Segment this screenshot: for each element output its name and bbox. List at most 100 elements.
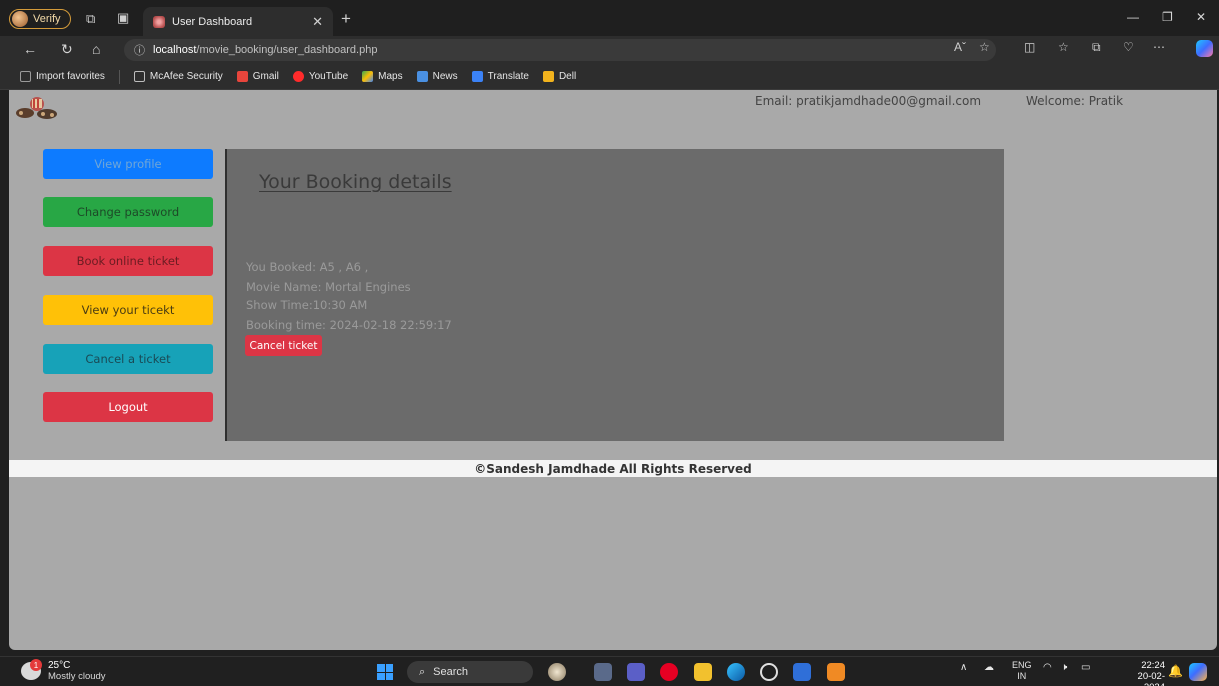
- workspaces-icon[interactable]: ⧉: [86, 11, 95, 27]
- show-time: Show Time:10:30 AM: [246, 298, 368, 312]
- teams-icon[interactable]: [627, 663, 645, 681]
- notification-bell-icon[interactable]: 🔔: [1168, 664, 1183, 678]
- volume-icon[interactable]: 🕨: [1061, 662, 1067, 673]
- region-code: IN: [1017, 671, 1027, 681]
- language-indicator[interactable]: ENG IN: [1012, 660, 1032, 682]
- booked-seats: You Booked: A5 , A6 ,: [246, 260, 369, 274]
- user-email: Email: pratikjamdhade00@gmail.com: [755, 94, 982, 108]
- bookmark-label: Dell: [558, 71, 577, 82]
- page-viewport: Email: pratikjamdhade00@gmail.com Welcom…: [9, 90, 1217, 650]
- weather-description[interactable]: Mostly cloudy: [48, 671, 106, 682]
- url-text: localhost/movie_booking/user_dashboard.p…: [153, 44, 377, 56]
- battery-icon[interactable]: ▭: [1081, 662, 1090, 673]
- profile-button[interactable]: Verify: [9, 9, 71, 29]
- wifi-icon[interactable]: ◠: [1043, 662, 1052, 673]
- bookmark-news[interactable]: News: [416, 71, 458, 82]
- start-icon[interactable]: [377, 664, 393, 680]
- bookmark-gmail[interactable]: Gmail: [236, 71, 279, 82]
- bookmark-dell[interactable]: Dell: [542, 71, 577, 82]
- minimize-icon[interactable]: —: [1127, 10, 1139, 24]
- bookmark-label: Gmail: [252, 71, 279, 82]
- bookmark-label: Translate: [487, 71, 529, 82]
- edge-icon[interactable]: [727, 663, 745, 681]
- collections-icon[interactable]: ⧉: [1092, 40, 1101, 55]
- xampp-icon[interactable]: [827, 663, 845, 681]
- bookmark-mcafee[interactable]: McAfee Security: [133, 71, 223, 82]
- favorites-icon[interactable]: ☆: [1058, 40, 1069, 54]
- clock[interactable]: 22:24 20-02-2024: [1123, 660, 1165, 686]
- cloud-tray-icon[interactable]: ☁: [984, 662, 994, 673]
- cancel-a-ticket-button[interactable]: Cancel a ticket: [43, 344, 213, 374]
- tab-favicon-icon: [153, 15, 165, 28]
- copilot-icon[interactable]: [1196, 40, 1213, 57]
- news-icon: [416, 71, 428, 82]
- dell-icon[interactable]: [760, 663, 778, 681]
- view-ticket-button[interactable]: View your ticekt: [43, 295, 213, 325]
- youtube-icon: [292, 71, 304, 82]
- weather-temperature[interactable]: 25°C: [48, 660, 70, 671]
- bookmark-label: YouTube: [308, 71, 349, 82]
- welcome-text: Welcome: Pratik: [1026, 94, 1124, 108]
- site-logo[interactable]: [13, 95, 61, 121]
- import-icon: [20, 71, 31, 82]
- bookmark-separator: [118, 69, 120, 84]
- maps-icon: [362, 71, 374, 82]
- tab-user-dashboard[interactable]: User Dashboard ✕: [143, 7, 333, 36]
- url-field[interactable]: ⓘ localhost/movie_booking/user_dashboard…: [124, 39, 996, 61]
- file-explorer-icon[interactable]: [694, 663, 712, 681]
- translate-icon: [471, 71, 483, 82]
- bookmark-youtube[interactable]: YouTube: [292, 71, 349, 82]
- booking-time: Booking time: 2024-02-18 22:59:17: [246, 318, 452, 332]
- read-aloud-icon[interactable]: Aˇ: [954, 40, 966, 54]
- back-icon[interactable]: ←: [23, 41, 37, 57]
- gmail-icon: [236, 71, 248, 82]
- browser-essentials-icon[interactable]: ♡: [1123, 40, 1134, 54]
- book-online-ticket-button[interactable]: Book online ticket: [43, 246, 213, 276]
- refresh-icon[interactable]: ↻: [61, 41, 73, 58]
- bookmark-label: Import favorites: [36, 71, 105, 82]
- browser-tab-bar: Verify ⧉ ▣ User Dashboard ✕ + — ❐ ✕: [0, 0, 1219, 36]
- show-hidden-icons-icon[interactable]: ∧: [960, 662, 967, 673]
- site-info-icon[interactable]: ⓘ: [134, 42, 145, 58]
- logout-button[interactable]: Logout: [43, 392, 213, 422]
- restore-icon[interactable]: ❐: [1162, 10, 1173, 24]
- language-code: ENG: [1012, 660, 1032, 670]
- bookmark-label: McAfee Security: [149, 71, 223, 82]
- clock-time: 22:24: [1141, 660, 1165, 671]
- bookmark-label: News: [432, 71, 458, 82]
- favorite-star-icon[interactable]: ☆: [979, 40, 990, 54]
- bookmark-import-favorites[interactable]: Import favorites: [20, 71, 105, 82]
- page-icon: [133, 71, 145, 82]
- close-window-icon[interactable]: ✕: [1196, 10, 1206, 24]
- folder-icon: [542, 71, 554, 82]
- split-screen-icon[interactable]: ◫: [1024, 40, 1035, 54]
- taskbar: 1 25°C Mostly cloudy ⌕ Search ∧ ☁ ENG IN…: [0, 656, 1219, 686]
- panel-heading: Your Booking details: [259, 171, 452, 193]
- home-icon[interactable]: ⌂: [92, 41, 100, 57]
- change-password-button[interactable]: Change password: [43, 197, 213, 227]
- tab-actions-icon[interactable]: ▣: [117, 10, 129, 26]
- profile-label: Verify: [33, 13, 61, 25]
- cancel-ticket-button[interactable]: Cancel ticket: [245, 335, 322, 356]
- widget-app-icon[interactable]: [548, 663, 566, 681]
- url-host: localhost: [153, 44, 197, 56]
- pinterest-icon[interactable]: [660, 663, 678, 681]
- store-icon[interactable]: [793, 663, 811, 681]
- search-icon: ⌕: [419, 665, 426, 678]
- movie-name: Movie Name: Mortal Engines: [246, 280, 411, 294]
- bookmark-maps[interactable]: Maps: [362, 71, 403, 82]
- profile-avatar: [12, 11, 28, 27]
- new-tab-icon[interactable]: +: [341, 9, 351, 29]
- task-view-icon[interactable]: [594, 663, 612, 681]
- bookmark-translate[interactable]: Translate: [471, 71, 529, 82]
- search-label: Search: [433, 666, 469, 678]
- booking-details-panel: Your Booking details You Booked: A5 , A6…: [225, 149, 1004, 441]
- weather-badge: 1: [30, 659, 42, 671]
- taskbar-search[interactable]: ⌕ Search: [407, 661, 533, 683]
- view-profile-button[interactable]: View profile: [43, 149, 213, 179]
- url-path: /movie_booking/user_dashboard.php: [196, 44, 378, 56]
- bookmarks-bar: Import favorites McAfee Security Gmail Y…: [0, 64, 1219, 90]
- close-tab-icon[interactable]: ✕: [312, 14, 323, 30]
- more-menu-icon[interactable]: ⋯: [1153, 40, 1165, 54]
- copilot-taskbar-icon[interactable]: [1189, 663, 1207, 681]
